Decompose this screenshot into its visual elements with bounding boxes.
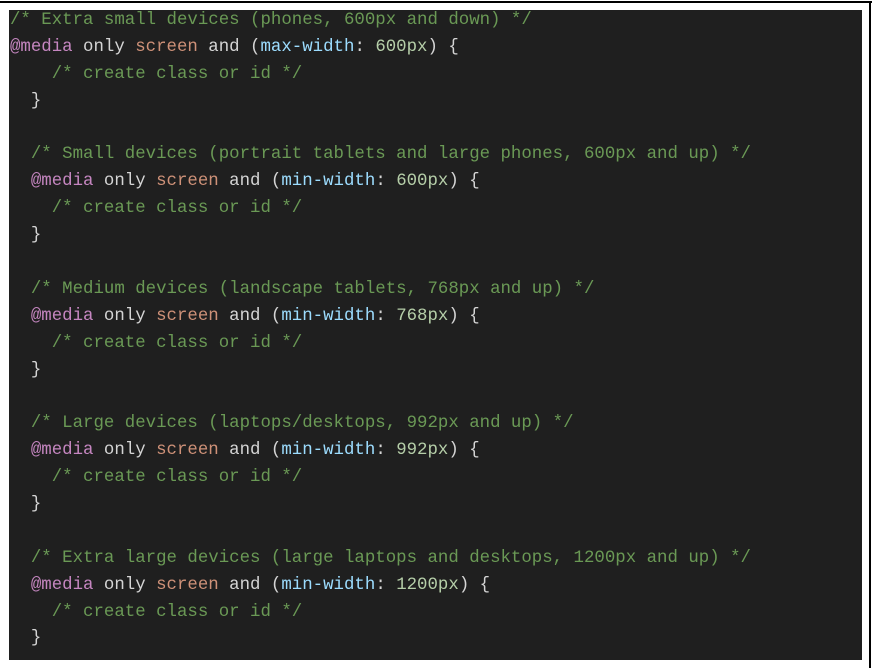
code-block[interactable]: /* Extra small devices (phones, 600px an… (9, 10, 862, 660)
plain-token: only (93, 306, 157, 326)
code-line: } (10, 223, 751, 250)
comment-token: /* Extra small devices (phones, 600px an… (10, 11, 532, 30)
plain-token: } (10, 360, 42, 380)
comment-token: /* Small devices (portrait tablets and l… (30, 145, 751, 165)
property-token: min-width (281, 172, 376, 192)
at-rule-token: @media (10, 37, 73, 57)
number-token: 600px (396, 172, 449, 192)
plain-token: ) { (448, 306, 480, 326)
media-type-token: screen (156, 172, 219, 192)
comment-token: /* create class or id */ (51, 468, 303, 488)
code-line: /* create class or id */ (10, 331, 751, 358)
code-line: @media only screen and (min-width: 768px… (10, 304, 751, 331)
comment-token: /* Large devices (laptops/desktops, 992p… (30, 414, 574, 434)
media-type-token: screen (156, 306, 219, 326)
plain-token: : (354, 37, 376, 57)
plain-token: and ( (218, 306, 282, 326)
plain-token: ) { (448, 172, 480, 192)
media-type-token: screen (156, 441, 219, 461)
at-rule-token: @media (30, 306, 94, 326)
plain-token: only (93, 575, 157, 595)
code-line: /* Large devices (laptops/desktops, 992p… (10, 411, 751, 438)
at-rule-token: @media (30, 172, 94, 192)
plain-token: : (375, 306, 397, 326)
property-token: min-width (281, 306, 376, 326)
plain-token: only (72, 37, 136, 57)
code-content[interactable]: /* Extra small devices (phones, 600px an… (10, 10, 751, 653)
number-token: 600px (375, 37, 428, 57)
page: /* Extra small devices (phones, 600px an… (0, 0, 872, 668)
code-line: } (10, 626, 751, 653)
media-type-token: screen (135, 37, 198, 57)
property-token: max-width (260, 37, 355, 57)
frame-border-right (869, 1, 871, 668)
plain-token: and ( (197, 37, 261, 57)
plain-token: and ( (218, 172, 282, 192)
plain-token: } (10, 226, 42, 246)
code-line: /* create class or id */ (10, 465, 751, 492)
comment-token: /* Extra large devices (large laptops an… (30, 548, 751, 568)
comment-token: /* create class or id */ (51, 602, 303, 622)
plain-token: } (10, 495, 42, 515)
number-token: 768px (396, 306, 449, 326)
plain-token: and ( (218, 441, 282, 461)
code-line: @media only screen and (min-width: 992px… (10, 438, 751, 465)
comment-token: /* create class or id */ (51, 333, 303, 353)
plain-token: and ( (218, 575, 282, 595)
frame-border-top (0, 1, 872, 3)
plain-token: ) { (427, 37, 459, 57)
code-line: /* Extra large devices (large laptops an… (10, 546, 751, 573)
media-type-token: screen (156, 575, 219, 595)
plain-token: } (10, 629, 42, 649)
property-token: min-width (281, 441, 376, 461)
plain-token: : (375, 172, 397, 192)
at-rule-token: @media (30, 441, 94, 461)
plain-token: only (93, 172, 157, 192)
code-line: @media only screen and (max-width: 600px… (10, 35, 751, 62)
code-line: /* create class or id */ (10, 196, 751, 223)
code-line: /* Small devices (portrait tablets and l… (10, 142, 751, 169)
plain-token: only (93, 441, 157, 461)
code-line: /* Extra small devices (phones, 600px an… (10, 10, 751, 35)
plain-token: : (375, 575, 397, 595)
number-token: 992px (396, 441, 449, 461)
at-rule-token: @media (30, 575, 94, 595)
code-line: } (10, 492, 751, 519)
comment-token: /* create class or id */ (51, 64, 303, 84)
code-line: /* create class or id */ (10, 600, 751, 627)
code-line: @media only screen and (min-width: 600px… (10, 169, 751, 196)
comment-token: /* Medium devices (landscape tablets, 76… (30, 279, 595, 299)
number-token: 1200px (396, 575, 459, 595)
code-line: /* create class or id */ (10, 62, 751, 89)
plain-token: } (10, 91, 42, 111)
property-token: min-width (281, 575, 376, 595)
plain-token: ) { (448, 441, 480, 461)
plain-token: : (375, 441, 397, 461)
comment-token: /* create class or id */ (51, 199, 303, 219)
code-line: /* Medium devices (landscape tablets, 76… (10, 277, 751, 304)
code-line: } (10, 89, 751, 116)
plain-token: ) { (458, 575, 491, 595)
code-line: @media only screen and (min-width: 1200p… (10, 573, 751, 600)
code-line: } (10, 358, 751, 385)
